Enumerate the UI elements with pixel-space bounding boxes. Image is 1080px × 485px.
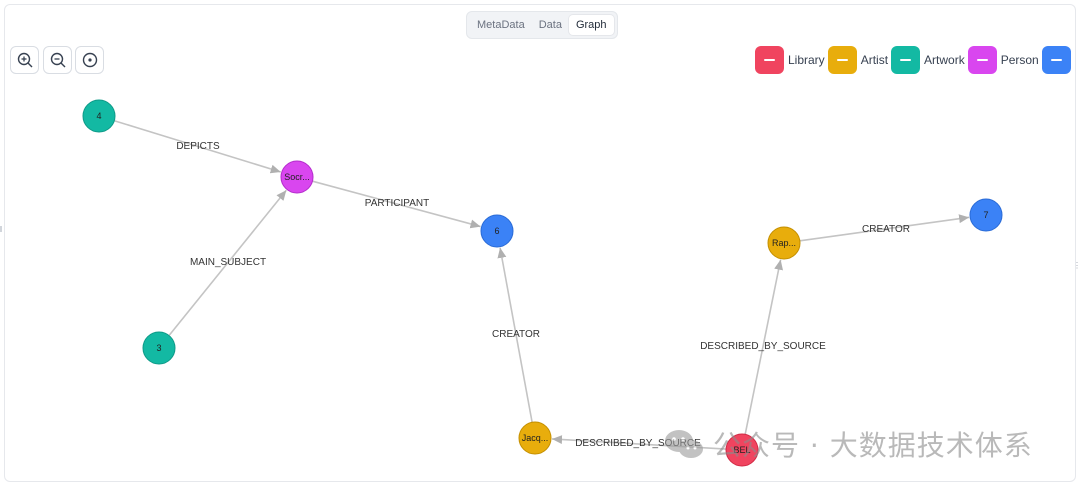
node-label: 3 [156, 343, 161, 353]
graph-node-other[interactable]: 6 [480, 214, 514, 248]
graph-node-artwork[interactable]: 4 [82, 99, 116, 133]
node-label: 7 [983, 210, 988, 220]
edge-label: DESCRIBED_BY_SOURCE [700, 341, 826, 352]
edge-label: CREATOR [492, 329, 540, 340]
edge-label: PARTICIPANT [365, 198, 429, 209]
graph-node-other[interactable]: 7 [969, 198, 1003, 232]
watermark-text: 公众号 · 大数据技术体系 [713, 429, 1033, 462]
graph-node-person[interactable]: Socr... [280, 160, 314, 194]
node-label: Rap... [772, 238, 796, 248]
node-label: Jacq... [522, 433, 549, 443]
graph-node-artwork[interactable]: 3 [142, 331, 176, 365]
graph-node-artist[interactable]: Jacq... [518, 421, 552, 455]
node-label: 6 [494, 226, 499, 236]
node-label: 4 [96, 111, 101, 121]
graph-canvas[interactable]: DEPICTS MAIN_SUBJECT PARTICIPANT CREATOR CRE… [0, 0, 1080, 485]
node-label: Socr... [284, 172, 310, 182]
graph-node-artist[interactable]: Rap... [767, 226, 801, 260]
edge-label: CREATOR [862, 224, 910, 235]
wechat-icon [665, 430, 703, 458]
edge-label: MAIN_SUBJECT [190, 257, 266, 268]
watermark: 公众号 · 大数据技术体系 [663, 424, 1033, 464]
edge-label: DEPICTS [176, 141, 220, 152]
